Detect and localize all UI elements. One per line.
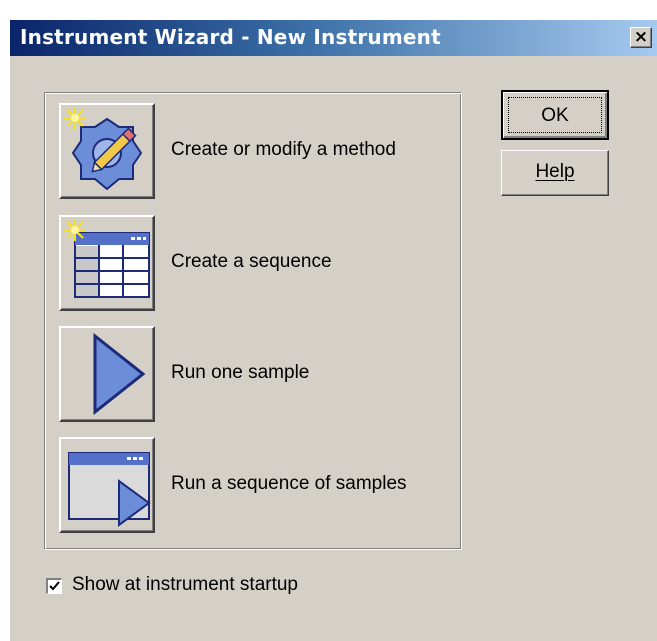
show-at-startup-checkbox[interactable] <box>46 578 62 594</box>
checkmark-icon <box>49 581 60 591</box>
actions-group: Create or modify a method Create a seque… <box>44 92 462 550</box>
action-run-sample[interactable]: Run one sample <box>59 326 459 426</box>
action-run-sequence[interactable]: Run a sequence of samples <box>59 437 459 537</box>
ok-label: OK <box>508 97 602 133</box>
create-method-button[interactable] <box>59 103 155 199</box>
create-method-label: Create or modify a method <box>171 139 396 160</box>
help-button[interactable]: Help <box>501 150 609 196</box>
window-title: Instrument Wizard - New Instrument <box>20 25 441 49</box>
wizard-dialog: Instrument Wizard - New Instrument × Cre… <box>10 20 657 641</box>
run-sequence-icon <box>68 452 151 527</box>
sequence-table-icon <box>64 219 150 298</box>
close-icon: × <box>633 27 649 47</box>
help-label: Help <box>535 161 575 182</box>
create-sequence-button[interactable] <box>59 215 155 311</box>
ok-button[interactable]: OK <box>501 90 609 140</box>
run-sample-button[interactable] <box>59 326 155 422</box>
method-edit-icon <box>64 107 143 191</box>
action-create-sequence[interactable]: Create a sequence <box>59 215 459 315</box>
run-sample-label: Run one sample <box>171 362 310 383</box>
title-bar[interactable]: Instrument Wizard - New Instrument × <box>10 20 657 56</box>
run-sequence-button[interactable] <box>59 437 155 533</box>
run-sequence-label: Run a sequence of samples <box>171 473 407 494</box>
close-button[interactable]: × <box>630 27 652 48</box>
play-icon <box>93 332 146 416</box>
action-create-method[interactable]: Create or modify a method <box>59 103 459 203</box>
create-sequence-label: Create a sequence <box>171 251 332 272</box>
show-at-startup-label[interactable]: Show at instrument startup <box>72 574 298 596</box>
